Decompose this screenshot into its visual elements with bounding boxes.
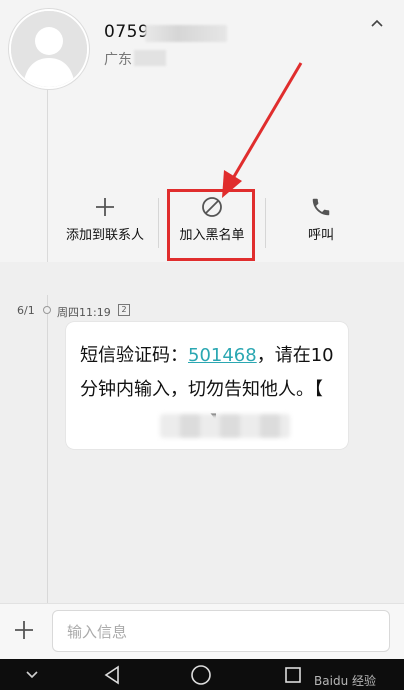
contact-avatar[interactable]	[9, 9, 89, 89]
message-date: 6/1	[17, 304, 35, 317]
default-avatar-icon	[11, 11, 87, 87]
chevron-down-icon	[26, 670, 38, 678]
watermark-text: Baidu 经验	[314, 674, 376, 688]
signature-redaction	[160, 414, 290, 438]
nav-home-button[interactable]	[188, 659, 214, 690]
message-time: 周四11:19	[57, 306, 111, 319]
timeline-line	[47, 295, 48, 603]
call-label: 呼叫	[307, 228, 334, 243]
highlight-box	[167, 189, 255, 261]
message-input[interactable]	[65, 611, 369, 653]
contact-location: 广东	[104, 52, 132, 68]
message-text-start: 短信验证码：	[80, 345, 188, 366]
plus-icon	[15, 621, 33, 639]
sim-badge: 2	[118, 304, 130, 316]
add-to-contacts-button[interactable]: 添加到联系人	[60, 190, 150, 262]
contact-number: 0759	[104, 22, 150, 42]
action-divider	[265, 198, 266, 248]
location-redaction	[134, 50, 166, 66]
add-to-contacts-label: 添加到联系人	[65, 228, 144, 243]
attach-button[interactable]	[13, 619, 35, 641]
call-button[interactable]: 呼叫	[290, 190, 352, 262]
home-circle-icon	[191, 664, 211, 685]
verification-code-link[interactable]: 501468	[188, 345, 257, 366]
message-input-field[interactable]	[52, 610, 390, 653]
nav-recents-button[interactable]	[282, 659, 304, 690]
phone-icon	[312, 198, 330, 216]
action-divider	[158, 198, 159, 248]
recents-square-icon	[285, 666, 301, 683]
plus-icon	[96, 198, 114, 216]
number-redaction	[145, 25, 227, 42]
chevron-up-icon	[371, 19, 383, 27]
nav-back-button[interactable]	[100, 659, 124, 690]
timeline-dot	[43, 306, 51, 314]
collapse-button[interactable]	[366, 14, 388, 32]
back-triangle-icon	[104, 665, 119, 684]
nav-dropdown-button[interactable]	[20, 659, 44, 690]
